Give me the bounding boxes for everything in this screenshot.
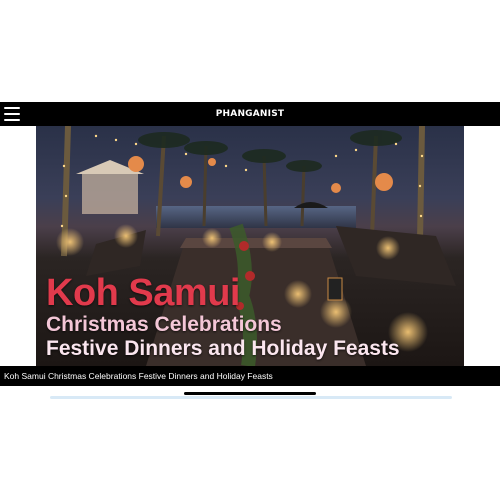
scroll-indicator[interactable] — [184, 392, 316, 395]
image-caption: Koh Samui Christmas Celebrations Festive… — [4, 371, 273, 381]
hero-headline: Koh Samui Christmas Celebrations Festive… — [46, 274, 456, 359]
headline-tagline: Festive Dinners and Holiday Feasts — [46, 337, 400, 360]
top-navigation-bar: PHANGANIST — [0, 102, 500, 126]
image-caption-bar: Koh Samui Christmas Celebrations Festive… — [0, 366, 500, 386]
headline-title: Koh Samui — [46, 272, 240, 314]
site-logo[interactable]: PHANGANIST — [216, 109, 284, 119]
headline-subtitle: Christmas Celebrations — [46, 313, 282, 336]
progress-track — [50, 396, 452, 399]
hamburger-menu-icon[interactable] — [4, 107, 20, 121]
hero-image[interactable]: Koh Samui Christmas Celebrations Festive… — [36, 126, 464, 366]
